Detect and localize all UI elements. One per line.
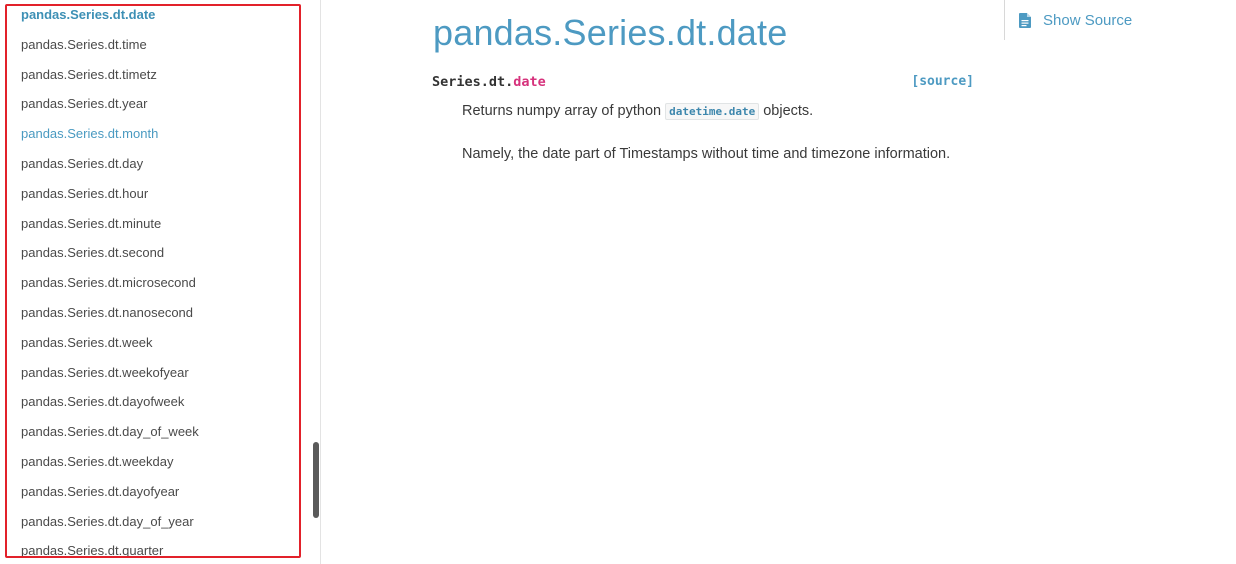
sidebar-item[interactable]: pandas.Series.dt.dayofweek: [21, 391, 199, 421]
code-reference: datetime.date: [665, 103, 760, 120]
signature-prefix: Series.dt.: [432, 74, 514, 90]
sidebar-item[interactable]: pandas.Series.dt.timetz: [21, 64, 199, 94]
sidebar-item[interactable]: pandas.Series.dt.weekofyear: [21, 362, 199, 392]
sidebar-item[interactable]: pandas.Series.dt.hour: [21, 183, 199, 213]
document-icon: [1019, 12, 1031, 28]
sidebar-item[interactable]: pandas.Series.dt.day_of_week: [21, 421, 199, 451]
page: pandas.Series.dt.date pandas.Series.dt.ti…: [0, 0, 1236, 564]
description-line-1: Returns numpy array of python datetime.d…: [462, 103, 1002, 120]
source-link[interactable]: [source]: [911, 74, 974, 89]
sidebar-scrollbar[interactable]: [311, 0, 320, 564]
show-source-label: Show Source: [1043, 11, 1133, 29]
sidebar-nav: pandas.Series.dt.date pandas.Series.dt.ti…: [0, 0, 321, 564]
sidebar-item[interactable]: pandas.Series.dt.quarter: [21, 540, 199, 564]
page-title: pandas.Series.dt.date: [433, 12, 788, 53]
description-text: Returns numpy array of python: [462, 103, 666, 119]
sidebar-item[interactable]: pandas.Series.dt.minute: [21, 213, 199, 243]
sidebar-item[interactable]: pandas.Series.dt.time: [21, 34, 199, 64]
sidebar-item[interactable]: pandas.Series.dt.month: [21, 123, 199, 153]
sidebar-list: pandas.Series.dt.date pandas.Series.dt.ti…: [21, 4, 199, 564]
sidebar-item[interactable]: pandas.Series.dt.week: [21, 332, 199, 362]
description-line-2: Namely, the date part of Timestamps with…: [462, 146, 951, 162]
sidebar-item[interactable]: pandas.Series.dt.microsecond: [21, 272, 199, 302]
sidebar-item[interactable]: pandas.Series.dt.year: [21, 93, 199, 123]
sidebar-item[interactable]: pandas.Series.dt.nanosecond: [21, 302, 199, 332]
show-source-link[interactable]: Show Source: [1004, 0, 1132, 40]
description-text-end: objects.: [759, 103, 814, 119]
main-content: pandas.Series.dt.date Series.dt.date [so…: [321, 0, 1236, 564]
scrollbar-thumb[interactable]: [313, 442, 319, 518]
sidebar-item[interactable]: pandas.Series.dt.day: [21, 153, 199, 183]
sidebar-item[interactable]: pandas.Series.dt.dayofyear: [21, 481, 199, 511]
sidebar-item[interactable]: pandas.Series.dt.day_of_year: [21, 511, 199, 541]
sidebar-item[interactable]: pandas.Series.dt.date: [21, 4, 199, 34]
sidebar-item[interactable]: pandas.Series.dt.weekday: [21, 451, 199, 481]
signature-name: date: [513, 74, 546, 90]
api-signature: Series.dt.date [source]: [432, 74, 974, 90]
sidebar-item[interactable]: pandas.Series.dt.second: [21, 242, 199, 272]
